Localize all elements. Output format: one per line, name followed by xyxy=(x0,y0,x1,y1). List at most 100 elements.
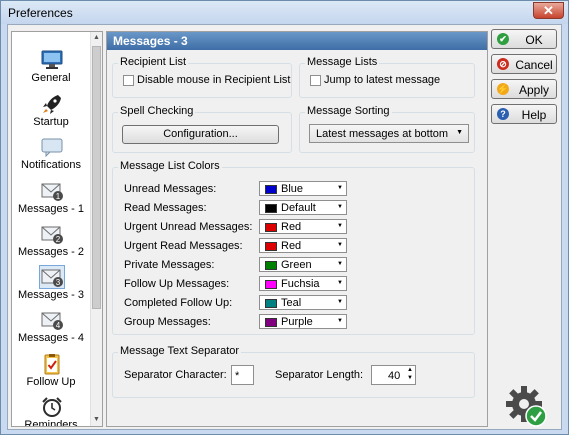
sidebar-item-label: Messages - 3 xyxy=(17,289,85,301)
color-dropdown[interactable]: Fuchsia ▼ xyxy=(259,276,347,291)
color-swatch xyxy=(265,299,277,308)
cancel-button[interactable]: ⊘ Cancel xyxy=(491,54,557,74)
spell-configuration-button[interactable]: Configuration... xyxy=(122,125,279,144)
panel-title: Messages - 3 xyxy=(107,32,487,50)
color-row-label: Follow Up Messages: xyxy=(124,278,230,290)
group-legend: Message Text Separator xyxy=(118,345,242,357)
dialog-body: General Startup Notifications 1 Messages… xyxy=(7,24,562,430)
color-swatch xyxy=(265,204,277,213)
color-dropdown[interactable]: Teal ▼ xyxy=(259,295,347,310)
alarm-clock-icon xyxy=(42,397,62,417)
help-icon: ? xyxy=(497,108,509,120)
message-lists-group: Message Lists Jump to latest message xyxy=(299,56,475,98)
spin-down-icon[interactable]: ▼ xyxy=(407,375,413,381)
cancel-icon: ⊘ xyxy=(497,58,509,70)
sidebar-item-follow-up[interactable]: Follow Up xyxy=(12,353,90,393)
sidebar-item-label: Messages - 1 xyxy=(17,203,85,215)
speech-bubble-icon xyxy=(41,138,63,158)
svg-text:3: 3 xyxy=(56,278,61,287)
color-swatch xyxy=(265,261,277,270)
color-dropdown[interactable]: Default ▼ xyxy=(259,200,347,215)
color-row-label: Completed Follow Up: xyxy=(124,297,233,309)
check-icon: ✔ xyxy=(497,33,509,45)
color-swatch xyxy=(265,280,277,289)
color-value: Fuchsia xyxy=(281,278,320,290)
recipient-list-group: Recipient List Disable mouse in Recipien… xyxy=(112,56,292,98)
svg-text:4: 4 xyxy=(56,321,61,330)
settings-panel: Messages - 3 Recipient List Disable mous… xyxy=(106,31,488,427)
help-button[interactable]: ? Help xyxy=(491,104,557,124)
color-row-label: Urgent Unread Messages: xyxy=(124,221,253,233)
close-button[interactable]: ✕ xyxy=(533,2,564,19)
sidebar-item-label: Messages - 2 xyxy=(17,246,85,258)
button-label: Help xyxy=(521,108,547,122)
chevron-down-icon: ▼ xyxy=(456,129,463,136)
color-swatch xyxy=(265,185,277,194)
close-icon: ✕ xyxy=(543,3,554,18)
color-swatch xyxy=(265,318,277,327)
color-swatch xyxy=(265,242,277,251)
color-dropdown[interactable]: Purple ▼ xyxy=(259,314,347,329)
sidebar-item-messages-2[interactable]: 2 Messages - 2 xyxy=(12,223,90,263)
sidebar-item-messages-1[interactable]: 1 Messages - 1 xyxy=(12,180,90,220)
button-label: OK xyxy=(525,33,543,47)
color-value: Purple xyxy=(281,316,313,328)
envelope-2-icon: 2 xyxy=(41,226,63,244)
message-sorting-group: Message Sorting Latest messages at botto… xyxy=(299,105,475,153)
title-bar[interactable]: Preferences ✕ xyxy=(1,1,568,24)
color-swatch xyxy=(265,223,277,232)
checkbox-label: Jump to latest message xyxy=(324,74,441,86)
color-dropdown[interactable]: Green ▼ xyxy=(259,257,347,272)
group-legend: Recipient List xyxy=(118,56,189,68)
category-sidebar: General Startup Notifications 1 Messages… xyxy=(11,31,103,427)
sidebar-scrollbar[interactable]: ▲ ▼ xyxy=(90,32,102,426)
scroll-thumb[interactable] xyxy=(92,46,101,309)
group-legend: Message Sorting xyxy=(305,105,392,117)
lightning-icon: ⚡ xyxy=(497,83,509,95)
color-row-label: Read Messages: xyxy=(124,202,207,214)
disable-mouse-checkbox[interactable] xyxy=(123,75,134,86)
ok-button[interactable]: ✔ OK xyxy=(491,29,557,49)
chevron-down-icon: ▼ xyxy=(337,204,343,210)
sidebar-item-general[interactable]: General xyxy=(12,49,90,89)
button-label: Apply xyxy=(518,83,550,97)
color-dropdown[interactable]: Blue ▼ xyxy=(259,181,347,196)
sidebar-item-messages-4[interactable]: 4 Messages - 4 xyxy=(12,309,90,349)
color-row-label: Unread Messages: xyxy=(124,183,217,195)
scroll-down-arrow-icon[interactable]: ▼ xyxy=(93,416,100,423)
envelope-3-icon: 3 xyxy=(39,265,65,289)
preferences-window: Preferences ✕ General Startup Notificati… xyxy=(0,0,569,435)
sorting-dropdown[interactable]: Latest messages at bottom ▼ xyxy=(309,124,469,143)
sidebar-item-messages-3[interactable]: 3 Messages - 3 xyxy=(12,265,90,306)
color-row-label: Private Messages: xyxy=(124,259,215,271)
scroll-up-arrow-icon[interactable]: ▲ xyxy=(93,34,100,41)
chevron-down-icon: ▼ xyxy=(337,280,343,286)
color-dropdown[interactable]: Red ▼ xyxy=(259,219,347,234)
chevron-down-icon: ▼ xyxy=(337,223,343,229)
sidebar-item-notifications[interactable]: Notifications xyxy=(12,136,90,176)
color-dropdown[interactable]: Red ▼ xyxy=(259,238,347,253)
sidebar-item-reminders[interactable]: Reminders xyxy=(12,396,90,427)
checkbox-label: Disable mouse in Recipient List xyxy=(137,74,291,86)
sidebar-item-label: Reminders xyxy=(24,419,78,427)
settings-gear-check-icon xyxy=(506,386,547,427)
message-text-separator-group: Message Text Separator Separator Charact… xyxy=(112,345,475,398)
apply-button[interactable]: ⚡ Apply xyxy=(491,79,557,99)
jump-latest-checkbox[interactable] xyxy=(310,75,321,86)
separator-length-label: Separator Length: xyxy=(275,369,364,381)
color-value: Blue xyxy=(281,183,304,195)
separator-length-stepper[interactable]: 40 ▲ ▼ xyxy=(371,365,416,385)
rocket-icon xyxy=(43,95,61,114)
envelope-4-icon: 4 xyxy=(41,312,63,330)
chevron-down-icon: ▼ xyxy=(337,299,343,305)
sidebar-item-startup[interactable]: Startup xyxy=(12,93,90,133)
sidebar-item-label: Notifications xyxy=(21,159,81,171)
chevron-down-icon: ▼ xyxy=(337,185,343,191)
sidebar-item-label: General xyxy=(31,72,71,84)
spin-up-icon[interactable]: ▲ xyxy=(407,367,413,373)
group-legend: Message List Colors xyxy=(118,160,222,172)
window-title: Preferences xyxy=(8,6,73,20)
sorting-selected-value: Latest messages at bottom xyxy=(316,128,449,140)
svg-text:1: 1 xyxy=(56,192,61,201)
separator-character-input[interactable]: * xyxy=(231,365,254,385)
